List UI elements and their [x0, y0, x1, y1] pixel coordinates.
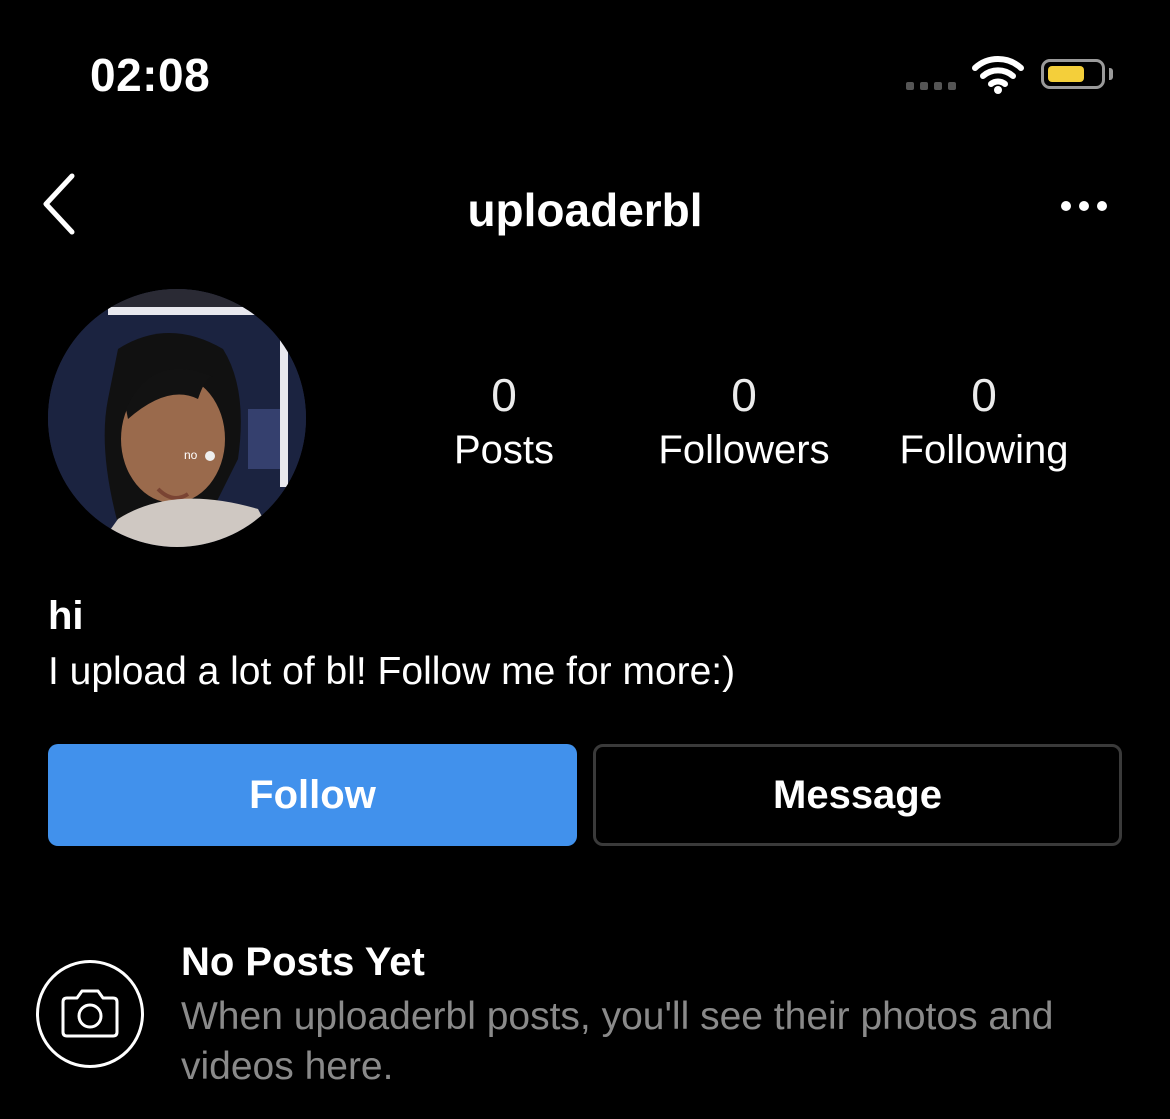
stat-following[interactable]: 0 Following	[864, 366, 1104, 476]
stat-following-label: Following	[899, 428, 1069, 472]
stat-posts-label: Posts	[453, 428, 555, 472]
ellipsis-icon	[1061, 201, 1071, 211]
empty-state-description: When uploaderbl posts, you'll see their …	[181, 995, 1054, 1088]
avatar-image: no	[48, 289, 306, 547]
camera-circle	[36, 960, 144, 1068]
empty-state-title: No Posts Yet	[181, 940, 425, 984]
stat-followers[interactable]: 0 Followers	[624, 366, 864, 476]
bio-name: hi	[48, 594, 84, 638]
stat-followers-label: Followers	[658, 428, 830, 472]
cellular-signal-icon	[906, 82, 956, 90]
stat-followers-value: 0	[731, 369, 757, 421]
stat-posts-value: 0	[491, 369, 517, 421]
follow-button[interactable]: Follow	[48, 744, 577, 846]
avatar-overlay-text: no	[184, 448, 198, 462]
bio-text: I upload a lot of bl! Follow me for more…	[48, 650, 736, 693]
more-options-button[interactable]	[1061, 201, 1107, 211]
wifi-icon	[972, 55, 1024, 100]
stat-posts[interactable]: 0 Posts	[384, 366, 624, 476]
profile-username: uploaderbl	[467, 184, 703, 236]
message-button[interactable]: Message	[593, 744, 1122, 846]
avatar[interactable]: no	[48, 289, 306, 547]
stat-following-value: 0	[971, 369, 997, 421]
battery-icon	[1041, 59, 1105, 89]
battery-cap	[1109, 68, 1113, 80]
status-time: 02:08	[90, 49, 211, 101]
camera-icon	[61, 989, 119, 1038]
